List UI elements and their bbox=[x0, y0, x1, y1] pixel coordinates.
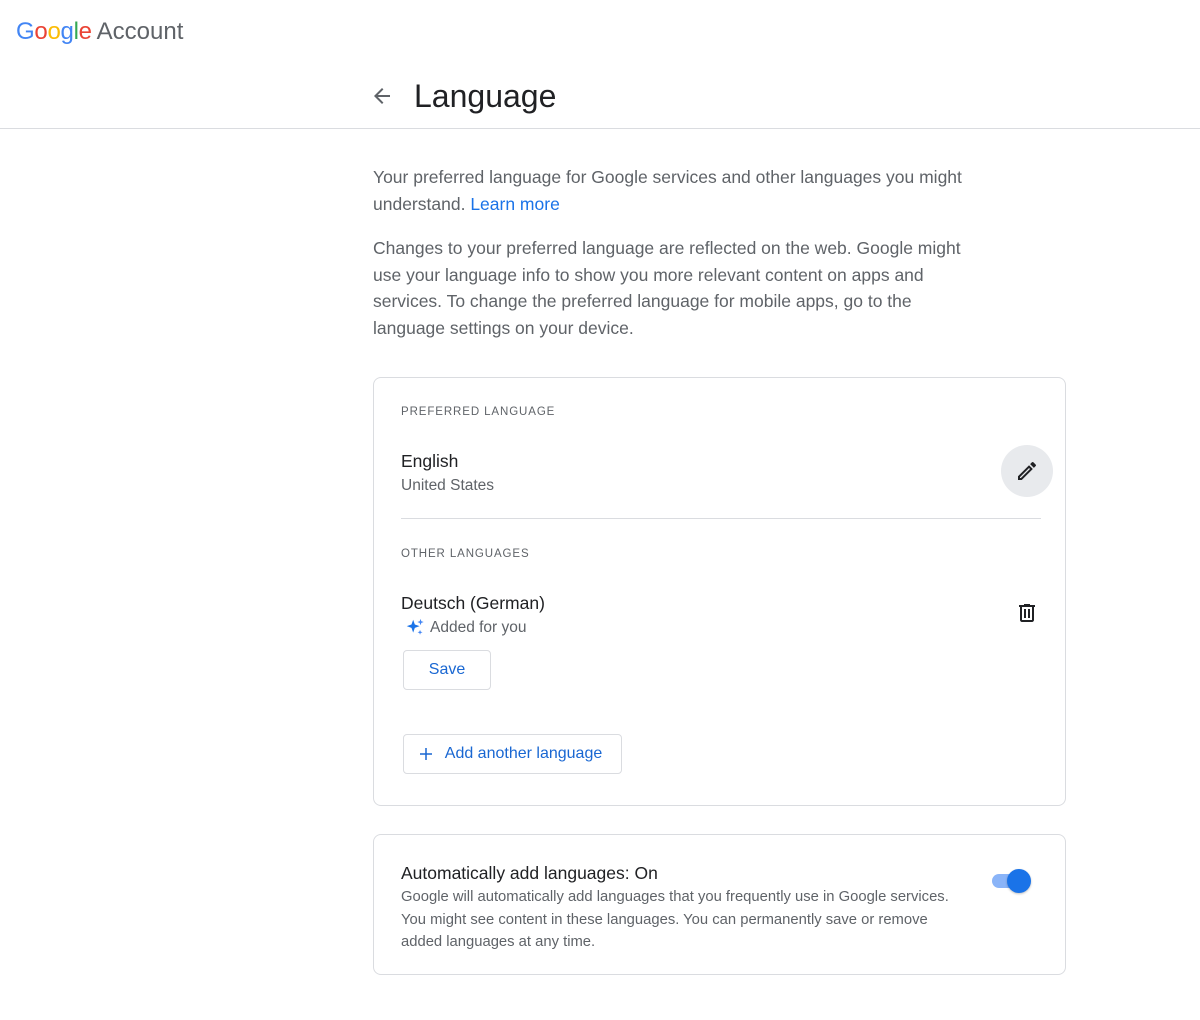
save-language-button[interactable]: Save bbox=[403, 650, 491, 690]
logo-letter: g bbox=[60, 18, 74, 45]
add-another-language-button[interactable]: Add another language bbox=[403, 734, 622, 774]
auto-add-description: Google will automatically add languages … bbox=[401, 889, 949, 950]
logo-letter: o bbox=[47, 18, 61, 45]
toggle-thumb bbox=[1007, 869, 1031, 893]
arrow-back-icon bbox=[374, 88, 390, 104]
add-another-language-label: Add another language bbox=[444, 745, 603, 762]
sparkle-icon bbox=[406, 618, 424, 635]
changes-paragraph: Changes to your preferred language are r… bbox=[373, 238, 961, 338]
logo-letter: G bbox=[16, 18, 35, 45]
added-for-you-row: Added for you bbox=[404, 617, 527, 639]
preferred-language-label: PREFERRED LANGUAGE bbox=[401, 406, 556, 418]
intro-paragraph: Your preferred language for Google servi… bbox=[373, 164, 983, 217]
logo-letter: e bbox=[78, 18, 92, 45]
preferred-language-name: English bbox=[401, 451, 459, 471]
google-account-logo[interactable]: Google Account bbox=[16, 16, 183, 48]
page-title: Language bbox=[414, 78, 557, 114]
back-button[interactable] bbox=[364, 78, 400, 114]
trash-icon bbox=[1019, 604, 1035, 622]
edit-preferred-language-button[interactable] bbox=[1001, 445, 1053, 497]
auto-add-card: Automatically add languages: On Google w… bbox=[373, 834, 1066, 975]
delete-language-button[interactable] bbox=[1010, 596, 1044, 630]
plus-icon bbox=[417, 745, 435, 763]
logo-account-text: Account bbox=[96, 18, 184, 45]
learn-more-link[interactable]: Learn more bbox=[470, 194, 560, 214]
pencil-icon bbox=[1018, 461, 1037, 480]
intro-text: Your preferred language for Google servi… bbox=[373, 167, 962, 214]
logo-letter: o bbox=[34, 18, 48, 45]
other-language-name: Deutsch (German) bbox=[401, 593, 545, 613]
other-languages-label: OTHER LANGUAGES bbox=[401, 548, 530, 560]
preferred-language-region: United States bbox=[401, 477, 495, 494]
languages-card: PREFERRED LANGUAGE English United States… bbox=[373, 377, 1066, 806]
google-wordmark: Google bbox=[16, 16, 92, 48]
added-for-you-text: Added for you bbox=[430, 619, 527, 636]
page-header: Language bbox=[0, 64, 1200, 129]
auto-add-title: Automatically add languages: On bbox=[401, 863, 658, 883]
auto-add-toggle[interactable] bbox=[991, 868, 1033, 894]
section-divider bbox=[401, 518, 1041, 519]
